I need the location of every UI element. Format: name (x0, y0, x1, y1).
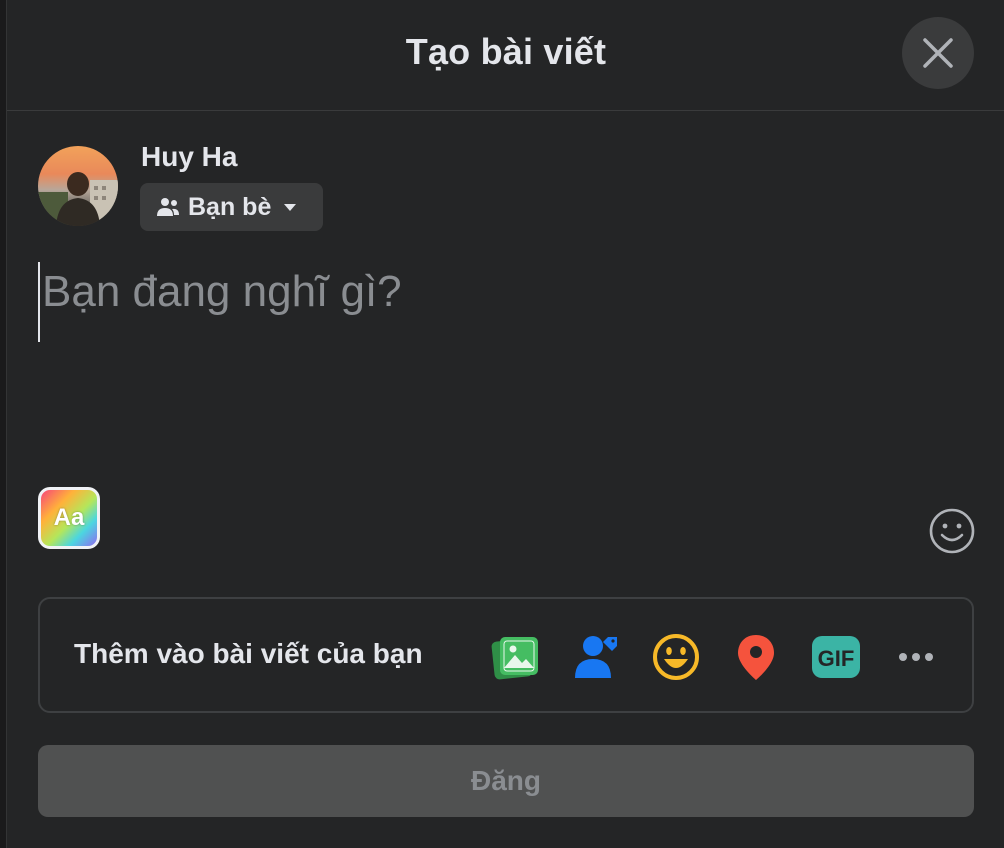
caret-down-icon (284, 203, 297, 211)
avatar-photo (38, 172, 118, 226)
post-button[interactable]: Đăng (38, 745, 974, 817)
smiley-icon (929, 508, 975, 554)
gif-icon: GIF (812, 636, 860, 678)
post-text-input[interactable]: Bạn đang nghĩ gì? (38, 262, 972, 342)
add-to-post-bar: Thêm vào bài viết của bạn GIF (38, 597, 974, 713)
feeling-activity-button[interactable] (650, 631, 702, 683)
tag-people-icon (575, 636, 617, 678)
audience-label: Bạn bè (188, 192, 272, 221)
dialog-header: Tạo bài viết (7, 0, 1004, 111)
user-name[interactable]: Huy Ha (141, 141, 237, 173)
tag-people-button[interactable] (570, 631, 622, 683)
create-post-dialog: Tạo bài viết Huy Ha Bạn bè Bạn đang nghĩ… (6, 0, 1004, 848)
add-to-post-label: Thêm vào bài viết của bạn (74, 638, 423, 669)
text-format-label: Aa (53, 504, 85, 531)
photo-video-button[interactable] (490, 631, 542, 683)
friends-icon (157, 198, 179, 216)
gif-label: GIF (818, 646, 855, 671)
close-icon (923, 38, 953, 68)
check-in-icon (738, 635, 774, 680)
more-icon (899, 653, 933, 661)
text-background-button[interactable]: Aa (38, 487, 100, 549)
check-in-button[interactable] (730, 631, 782, 683)
more-options-button[interactable] (890, 631, 942, 683)
feeling-icon (653, 634, 699, 680)
close-button[interactable] (902, 17, 974, 89)
photo-video-icon (491, 637, 538, 680)
audience-selector-button[interactable]: Bạn bè (140, 183, 323, 231)
gif-button[interactable]: GIF (810, 631, 862, 683)
emoji-picker-button[interactable] (928, 507, 976, 555)
dialog-title: Tạo bài viết (405, 31, 607, 72)
avatar[interactable] (38, 146, 118, 226)
